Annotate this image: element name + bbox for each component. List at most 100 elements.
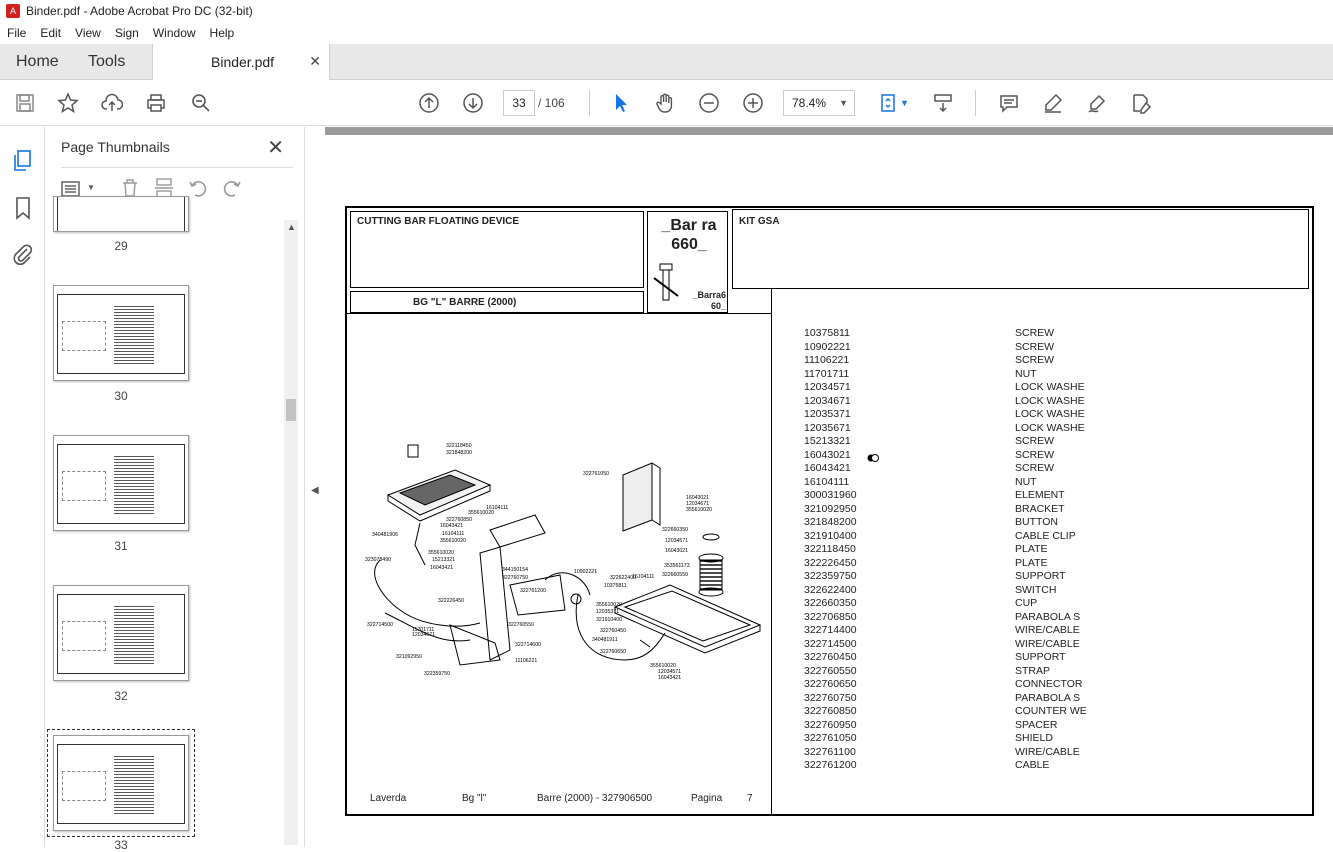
star-icon[interactable]: [55, 90, 81, 116]
part-description: PLATE: [1015, 556, 1048, 569]
thumbnail-drawing: [62, 621, 106, 651]
fit-page-icon[interactable]: [876, 90, 902, 116]
page-total: / 106: [538, 96, 565, 110]
zoom-in-icon[interactable]: [740, 90, 766, 116]
print-icon[interactable]: [143, 90, 169, 116]
rotate-right-icon[interactable]: [221, 177, 243, 199]
diagram-callout-label: 344150154: [502, 567, 528, 573]
thumbnail-scrollbar-thumb[interactable]: [286, 399, 296, 421]
part-code: 322118450: [804, 543, 856, 555]
footer-section: Barre (2000) - 327906500: [537, 793, 653, 804]
part-description: LOCK WASHE: [1015, 408, 1085, 420]
tab-tools[interactable]: Tools: [88, 53, 125, 71]
kit-heading: KIT GSA: [739, 216, 780, 227]
page-thumbnail[interactable]: [53, 196, 189, 232]
highlight-pen-icon[interactable]: [1040, 90, 1066, 116]
diagram-callout-label: 340481906: [372, 532, 398, 538]
page-number-input[interactable]: 33: [503, 90, 535, 116]
part-code: 322760850: [804, 705, 857, 717]
thumbnail-label: 30: [114, 389, 128, 403]
chevron-down-icon: ▼: [839, 98, 848, 108]
column-divider: [771, 289, 772, 815]
diagram-callout-label: 16043021: [665, 548, 688, 554]
tab-document-label: Binder.pdf: [211, 54, 275, 70]
part-code: 322760450: [804, 651, 857, 663]
tab-home[interactable]: Home: [16, 53, 59, 71]
diagram-callout-label: 16043421: [658, 675, 681, 681]
diagram-callout-label: 322760750: [502, 575, 528, 581]
thumbnail-drawing: [62, 771, 106, 801]
part-code: 12035371: [804, 408, 851, 420]
save-icon[interactable]: [12, 90, 38, 116]
part-description: NUT: [1015, 367, 1037, 380]
part-description: SCREW: [1015, 462, 1055, 474]
part-description: ELEMENT: [1015, 489, 1065, 501]
part-code: 12035671: [804, 421, 851, 434]
part-description: BUTTON: [1015, 516, 1058, 528]
scroll-up-icon[interactable]: ▲: [287, 222, 296, 232]
search-zoom-icon[interactable]: [188, 90, 214, 116]
previous-page-icon[interactable]: [416, 90, 442, 116]
part-description: SCREW: [1015, 435, 1055, 447]
menu-edit[interactable]: Edit: [33, 26, 68, 40]
scroll-mode-icon[interactable]: [930, 90, 956, 116]
part-code: 12034671: [804, 394, 851, 407]
diagram-callout-label: 322760550: [508, 622, 534, 628]
edit-pdf-icon[interactable]: [1128, 90, 1154, 116]
part-code: 322760650: [804, 678, 857, 690]
menu-view[interactable]: View: [68, 26, 108, 40]
part-description: LOCK WASHE: [1015, 394, 1085, 407]
part-description: SUPPORT: [1015, 651, 1066, 663]
thumbnail-scrollbar[interactable]: [284, 220, 298, 845]
upload-cloud-icon[interactable]: [99, 90, 125, 116]
title-box: CUTTING BAR FLOATING DEVICE: [350, 211, 644, 288]
part-code: 10902221: [804, 340, 851, 353]
menu-sign[interactable]: Sign: [108, 26, 146, 40]
zoom-out-icon[interactable]: [696, 90, 722, 116]
close-panel-icon[interactable]: ✕: [267, 135, 284, 160]
chevron-down-icon[interactable]: ▼: [87, 183, 95, 192]
diagram-callout-label: 355610020: [596, 602, 622, 608]
part-description: SCREW: [1015, 448, 1055, 461]
menu-file[interactable]: File: [0, 26, 33, 40]
diagram-callout-label: 12035371: [596, 609, 619, 615]
previous-page-edge: [325, 127, 1333, 135]
diagram-callout-label: 355610020: [428, 550, 454, 556]
zoom-level-select[interactable]: 78.4% ▼: [783, 90, 855, 116]
diagram-callout-label: 340481911: [592, 637, 618, 643]
close-tab-icon[interactable]: ✕: [309, 53, 321, 70]
panel-divider: [61, 167, 293, 168]
kit-box: KIT GSA: [732, 209, 1309, 289]
part-description: CUP: [1015, 597, 1038, 609]
fit-page-dropdown-icon[interactable]: ▼: [900, 98, 909, 108]
attachment-icon[interactable]: [10, 241, 36, 267]
menu-window[interactable]: Window: [146, 26, 203, 40]
rotate-left-icon[interactable]: [187, 177, 209, 199]
diagram-callout-label: 355610020: [686, 507, 712, 513]
page-thumbnails-icon[interactable]: [10, 148, 36, 174]
diagram-callout-label: 322714600: [515, 642, 541, 648]
bookmark-icon[interactable]: [10, 195, 36, 221]
part-description: WIRE/CABLE: [1015, 637, 1080, 650]
page-thumbnail[interactable]: [53, 585, 189, 681]
hand-tool-icon[interactable]: [652, 90, 678, 116]
sign-icon[interactable]: [1084, 90, 1110, 116]
logo-part-icon: [653, 263, 679, 301]
part-description: WIRE/CABLE: [1015, 745, 1080, 758]
page-thumbnail[interactable]: [53, 285, 189, 381]
part-code: 322660350: [804, 597, 857, 609]
next-page-icon[interactable]: [460, 90, 486, 116]
menu-help[interactable]: Help: [203, 26, 242, 40]
part-code: 11106221: [804, 354, 850, 366]
select-arrow-icon[interactable]: [608, 90, 634, 116]
tab-document[interactable]: Binder.pdf ✕: [152, 44, 330, 81]
page-thumbnail[interactable]: [53, 435, 189, 531]
panel-collapse-handle[interactable]: ◀: [305, 127, 325, 847]
page-heading: CUTTING BAR FLOATING DEVICE: [357, 216, 520, 227]
part-description: SWITCH: [1015, 583, 1057, 596]
page-thumbnail-selected[interactable]: [47, 729, 195, 837]
comment-icon[interactable]: [996, 90, 1022, 116]
diagram-callout-label: 323078490: [365, 557, 391, 563]
part-code: 322706850: [804, 610, 857, 623]
part-code: 322761050: [804, 732, 857, 744]
